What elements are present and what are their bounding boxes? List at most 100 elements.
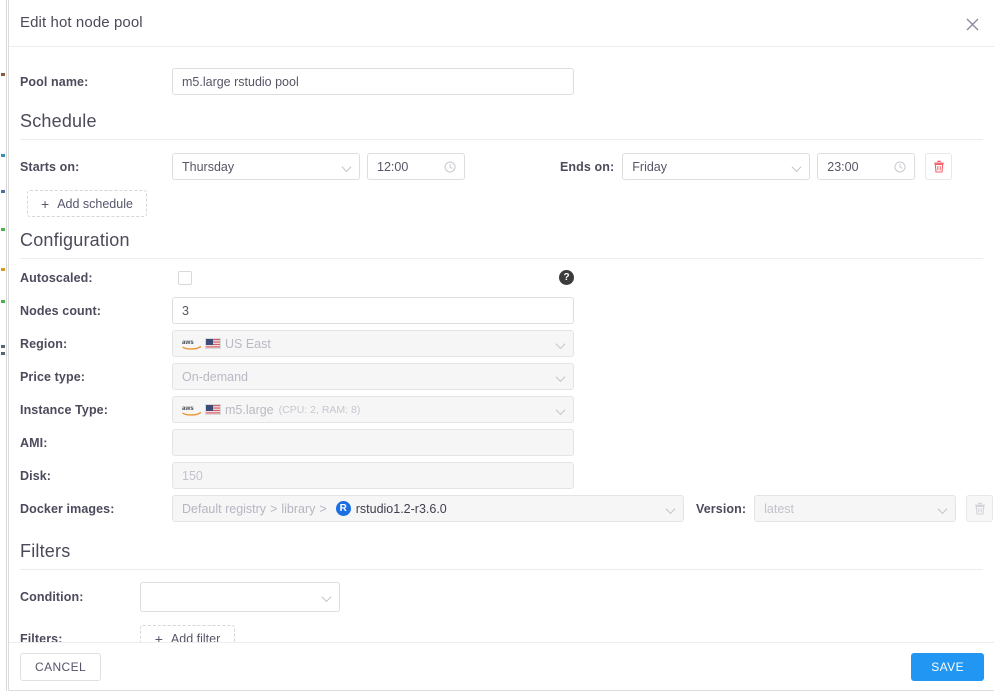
plus-icon: + xyxy=(154,630,163,643)
filters-row: Filters: + Add filter xyxy=(9,625,994,642)
price-type-label: Price type: xyxy=(20,369,86,384)
add-schedule-label: Add schedule xyxy=(57,196,133,211)
background-page-sliver xyxy=(0,0,7,691)
add-schedule-button[interactable]: + Add schedule xyxy=(27,190,147,217)
starts-on-label: Starts on: xyxy=(20,159,80,174)
filters-heading: Filters xyxy=(20,541,71,561)
autoscaled-checkbox[interactable] xyxy=(178,270,192,285)
ami-input[interactable] xyxy=(172,429,574,456)
chevron-down-icon xyxy=(557,408,565,413)
docker-image-select[interactable]: Default registry > library > R rstudio1.… xyxy=(172,495,684,522)
price-type-row: Price type: On-demand xyxy=(9,363,994,390)
svg-text:aws: aws xyxy=(182,405,194,412)
region-value: US East xyxy=(225,336,271,351)
end-day-select[interactable]: Friday xyxy=(622,153,811,180)
version-select[interactable]: latest xyxy=(754,495,957,522)
region-row: Region: aws US East xyxy=(9,330,994,357)
disk-input[interactable]: 150 xyxy=(172,462,574,489)
condition-row: Condition: xyxy=(9,582,994,612)
start-day-value: Thursday xyxy=(182,159,235,174)
breadcrumb-separator-icon: > xyxy=(319,501,327,516)
docker-library-crumb: library xyxy=(281,501,316,516)
bg-pixel xyxy=(1,352,5,355)
end-time-value: 23:00 xyxy=(827,159,859,174)
bg-pixel xyxy=(1,345,5,348)
disk-label: Disk: xyxy=(20,468,52,483)
help-icon[interactable]: ? xyxy=(559,270,574,285)
bg-pixel xyxy=(1,154,5,157)
autoscaled-label: Autoscaled: xyxy=(20,270,93,285)
clock-icon xyxy=(894,161,906,176)
dialog-footer: CANCEL SAVE xyxy=(9,642,994,690)
chevron-down-icon xyxy=(939,507,947,512)
docker-registry-crumb: Default registry xyxy=(182,501,267,516)
edit-hot-node-pool-dialog: Edit hot node pool Pool name: m5.large r… xyxy=(8,0,994,691)
dialog-title: Edit hot node pool xyxy=(20,14,143,31)
price-type-select[interactable]: On-demand xyxy=(172,363,574,390)
instance-type-value: m5.large xyxy=(225,402,274,417)
plus-icon: + xyxy=(41,195,50,212)
close-icon[interactable] xyxy=(961,13,983,35)
svg-text:aws: aws xyxy=(182,339,194,346)
region-label: Region: xyxy=(20,336,68,351)
delete-docker-image-button[interactable] xyxy=(966,495,994,522)
chevron-down-icon xyxy=(323,595,331,600)
pool-name-label: Pool name: xyxy=(20,74,89,89)
clock-icon xyxy=(444,161,456,176)
pool-name-input[interactable]: m5.large rstudio pool xyxy=(172,68,574,95)
us-flag-icon xyxy=(205,338,221,349)
bg-pixel xyxy=(1,228,5,231)
docker-images-row: Docker images: Default registry > librar… xyxy=(9,495,994,522)
add-filter-label: Add filter xyxy=(170,631,221,643)
docker-images-label: Docker images: xyxy=(20,501,115,516)
instance-type-meta: (CPU: 2, RAM: 8) xyxy=(278,403,361,416)
breadcrumb-separator-icon: > xyxy=(270,501,278,516)
ami-row: AMI: xyxy=(9,429,994,456)
us-flag-icon xyxy=(205,404,221,415)
version-label: Version: xyxy=(696,501,747,516)
price-type-value: On-demand xyxy=(182,369,249,384)
chevron-down-icon xyxy=(667,507,675,512)
bg-pixel xyxy=(1,190,5,193)
cancel-button[interactable]: CANCEL xyxy=(20,653,102,681)
pool-name-row: Pool name: m5.large rstudio pool xyxy=(9,68,994,95)
filters-divider xyxy=(20,569,983,570)
chevron-down-icon xyxy=(557,375,565,380)
docker-image-value: rstudio1.2-r3.6.0 xyxy=(355,501,447,516)
save-button[interactable]: SAVE xyxy=(911,653,984,681)
start-day-select[interactable]: Thursday xyxy=(172,153,360,180)
rstudio-r-icon: R xyxy=(335,501,351,516)
start-time-value: 12:00 xyxy=(377,159,409,174)
start-time-input[interactable]: 12:00 xyxy=(367,153,465,180)
trash-icon xyxy=(933,160,944,173)
nodes-count-input[interactable]: 3 xyxy=(172,297,574,324)
end-day-value: Friday xyxy=(632,159,668,174)
dialog-header: Edit hot node pool xyxy=(9,0,994,47)
aws-logo-icon: aws xyxy=(182,403,202,416)
bg-pixel xyxy=(1,300,5,303)
delete-schedule-button[interactable] xyxy=(925,153,953,180)
condition-select[interactable] xyxy=(140,582,340,612)
end-time-input[interactable]: 23:00 xyxy=(817,153,916,180)
disk-row: Disk: 150 xyxy=(9,462,994,489)
schedule-divider xyxy=(20,139,983,140)
trash-icon xyxy=(974,502,985,515)
disk-placeholder: 150 xyxy=(182,468,203,483)
dialog-body: Pool name: m5.large rstudio pool Schedul… xyxy=(9,47,994,642)
bg-pixel xyxy=(1,268,5,271)
region-select[interactable]: aws US East xyxy=(172,330,574,357)
nodes-count-label: Nodes count: xyxy=(20,303,102,318)
schedule-row: Starts on: Thursday 12:00 Ends on: Frida… xyxy=(9,153,994,180)
ami-label: AMI: xyxy=(20,435,48,450)
instance-type-row: Instance Type: aws m5.large (CPU: 2, RAM… xyxy=(9,396,994,423)
aws-logo-icon: aws xyxy=(182,337,202,350)
screen: Edit hot node pool Pool name: m5.large r… xyxy=(0,0,994,691)
add-schedule-row: + Add schedule xyxy=(9,190,994,217)
version-value: latest xyxy=(764,501,795,516)
bg-pixel xyxy=(1,73,5,76)
autoscaled-row: Autoscaled: ? xyxy=(9,270,994,285)
schedule-heading: Schedule xyxy=(20,111,97,131)
add-filter-button[interactable]: + Add filter xyxy=(140,625,235,642)
nodes-count-row: Nodes count: 3 xyxy=(9,297,994,324)
instance-type-select[interactable]: aws m5.large (CPU: 2, RAM: 8) xyxy=(172,396,574,423)
